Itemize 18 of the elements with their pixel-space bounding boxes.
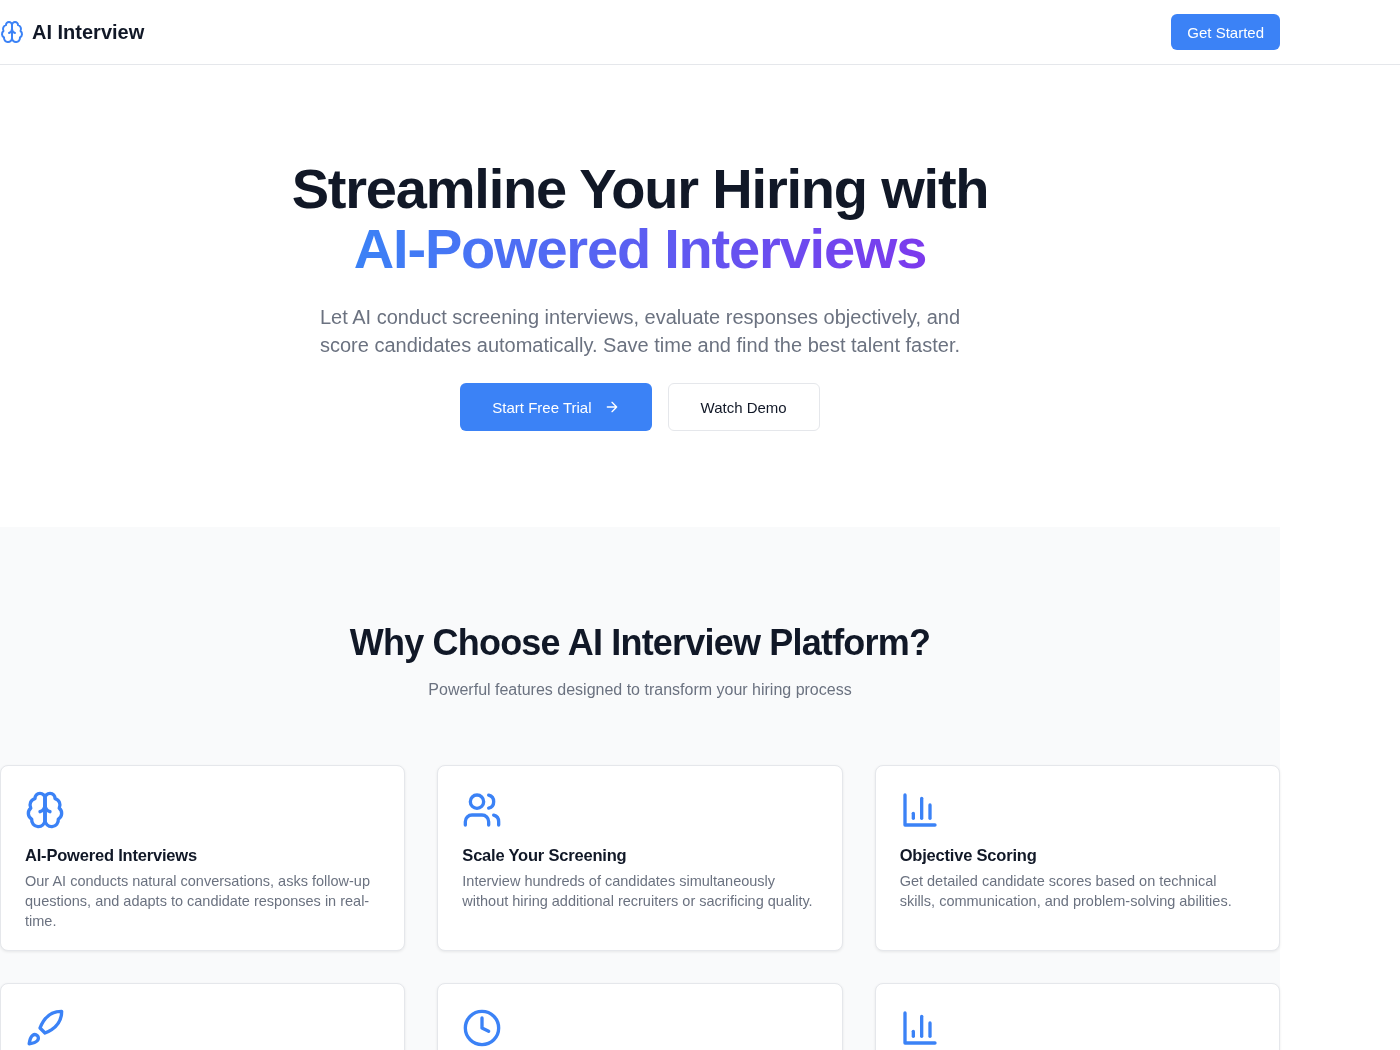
feature-description: Our AI conducts natural conversations, asks follow-up questions, and adapts to candidate responses in real-time. [25, 872, 371, 931]
users-icon [462, 790, 503, 830]
get-started-button[interactable]: Get Started [1171, 14, 1280, 50]
feature-description: Interview hundreds of candidates simultaneously without hiring additional recruiters or sacrificing quality. [462, 872, 814, 911]
hero-subtitle: Let AI conduct screening interviews, evaluate responses objectively, and score candidates automatically. Save time and find the best talent faster. [319, 305, 961, 358]
feature-title: AI-Powered Interviews [25, 846, 198, 865]
brain-icon [0, 20, 24, 44]
feature-description: Get detailed candidate scores based on technical skills, communication, and problem-solving abilities. [899, 872, 1233, 911]
feature-title: Objective Scoring [899, 846, 1038, 865]
start-trial-button[interactable]: Start Free Trial [460, 383, 652, 431]
section-subtitle: Powerful features designed to transform your hiring process [427, 681, 853, 699]
brain-icon [25, 790, 65, 830]
section-title: Why Choose AI Interview Platform? [348, 621, 932, 665]
watch-demo-button[interactable]: Watch Demo [667, 383, 820, 431]
clock-icon [462, 1008, 503, 1048]
feature-title: Scale Your Screening [462, 846, 628, 865]
brand-name[interactable]: AI Interview [32, 20, 145, 44]
hero-title: Streamline Your Hiring with [290, 159, 990, 219]
